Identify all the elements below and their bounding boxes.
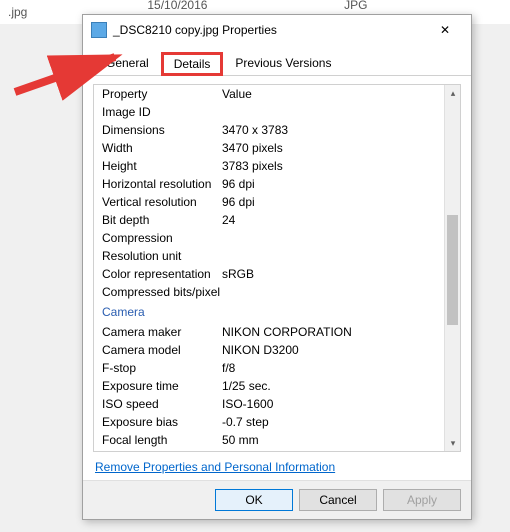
details-pane: Property Value Image ID Dimensions3470 x… [93, 84, 461, 452]
row-resolution-unit[interactable]: Resolution unit [94, 247, 444, 265]
section-camera: Camera [94, 301, 444, 323]
col-property: Property [102, 85, 222, 103]
row-exposure-time[interactable]: Exposure time1/25 sec. [94, 377, 444, 395]
window-title: _DSC8210 copy.jpg Properties [113, 23, 425, 37]
titlebar: _DSC8210 copy.jpg Properties ✕ [83, 15, 471, 45]
cancel-button[interactable]: Cancel [299, 489, 377, 511]
row-vertical-resolution[interactable]: Vertical resolution96 dpi [94, 193, 444, 211]
col-value: Value [222, 85, 436, 103]
property-grid: Property Value Image ID Dimensions3470 x… [94, 85, 444, 451]
scrollbar[interactable]: ▴ ▾ [444, 85, 460, 451]
row-bit-depth[interactable]: Bit depth24 [94, 211, 444, 229]
properties-dialog: _DSC8210 copy.jpg Properties ✕ General D… [82, 14, 472, 520]
row-image-id[interactable]: Image ID [94, 103, 444, 121]
row-color-representation[interactable]: Color representationsRGB [94, 265, 444, 283]
row-dimensions[interactable]: Dimensions3470 x 3783 [94, 121, 444, 139]
grid-header: Property Value [94, 85, 444, 103]
remove-properties-link[interactable]: Remove Properties and Personal Informati… [95, 460, 335, 474]
bg-filename: .jpg [8, 5, 27, 19]
row-compression[interactable]: Compression [94, 229, 444, 247]
apply-button[interactable]: Apply [383, 489, 461, 511]
ok-button[interactable]: OK [215, 489, 293, 511]
file-icon [91, 22, 107, 38]
tab-strip: General Details Previous Versions [83, 45, 471, 76]
close-button[interactable]: ✕ [425, 18, 465, 42]
row-camera-model[interactable]: Camera modelNIKON D3200 [94, 341, 444, 359]
bottom-link-area: Remove Properties and Personal Informati… [83, 460, 471, 480]
tab-previous-versions[interactable]: Previous Versions [222, 51, 344, 75]
row-width[interactable]: Width3470 pixels [94, 139, 444, 157]
scroll-up-button[interactable]: ▴ [445, 85, 461, 101]
row-horizontal-resolution[interactable]: Horizontal resolution96 dpi [94, 175, 444, 193]
row-iso-speed[interactable]: ISO speedISO-1600 [94, 395, 444, 413]
scroll-thumb[interactable] [447, 215, 458, 325]
row-compressed-bits-pixel[interactable]: Compressed bits/pixel [94, 283, 444, 301]
row-height[interactable]: Height3783 pixels [94, 157, 444, 175]
scroll-down-button[interactable]: ▾ [445, 435, 461, 451]
close-icon: ✕ [440, 23, 450, 37]
row-camera-maker[interactable]: Camera makerNIKON CORPORATION [94, 323, 444, 341]
tab-general[interactable]: General [93, 51, 162, 75]
row-exposure-bias[interactable]: Exposure bias-0.7 step [94, 413, 444, 431]
row-f-stop[interactable]: F-stopf/8 [94, 359, 444, 377]
button-bar: OK Cancel Apply [83, 480, 471, 519]
row-focal-length[interactable]: Focal length50 mm [94, 431, 444, 449]
row-max-aperture[interactable]: Max aperture [94, 449, 444, 451]
tab-details[interactable]: Details [161, 52, 224, 76]
